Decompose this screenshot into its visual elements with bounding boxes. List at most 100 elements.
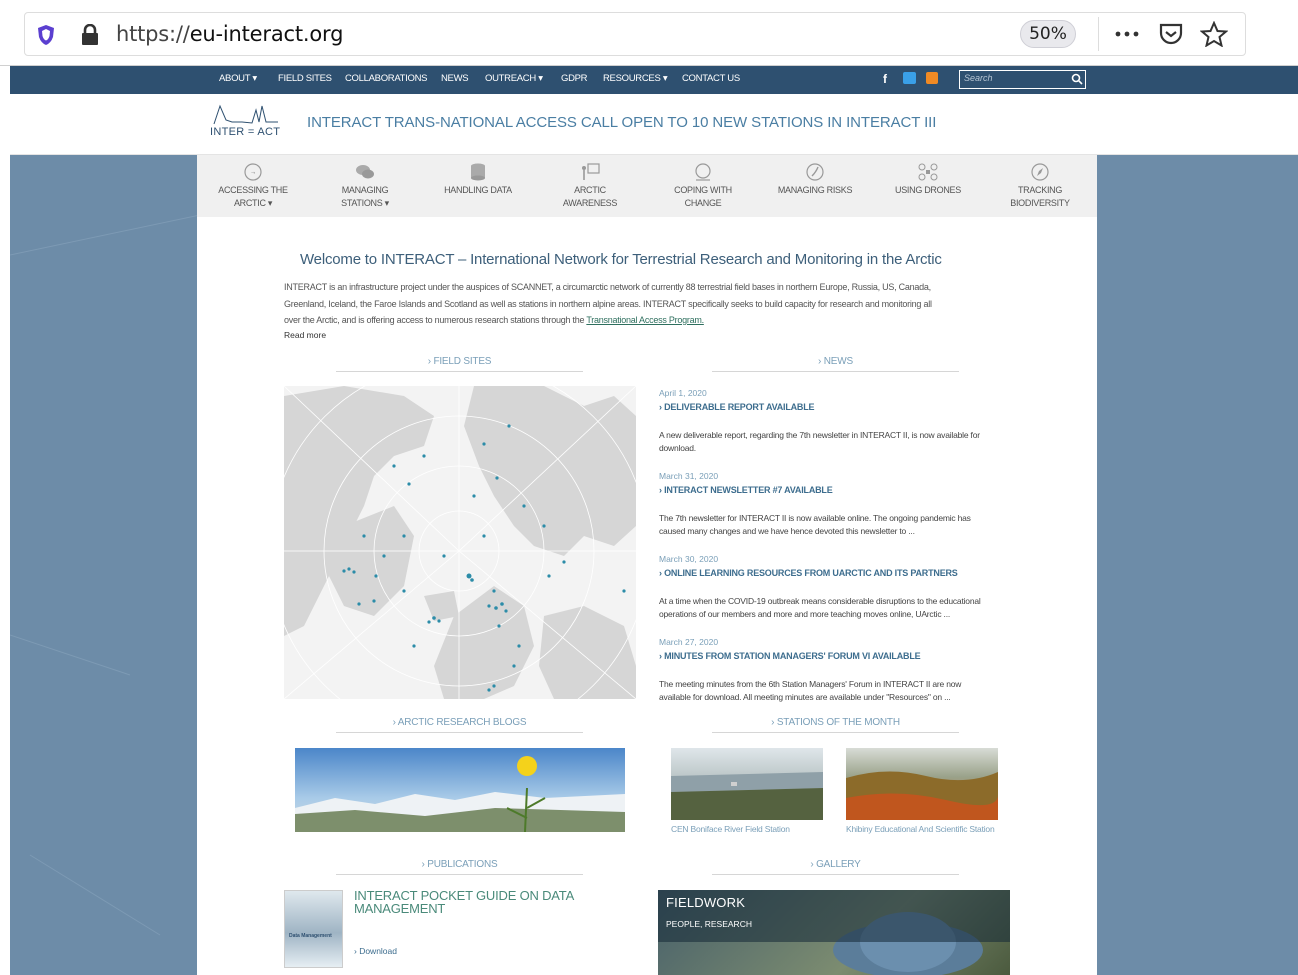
warning-circle-icon bbox=[806, 163, 824, 181]
page-background-left bbox=[9, 155, 201, 975]
news-excerpt-line: download. bbox=[659, 443, 696, 453]
station-caption[interactable]: Khibiny Educational And Scientific Stati… bbox=[846, 824, 995, 834]
topic-label-line1: MANAGING bbox=[341, 185, 389, 195]
topic-managing-stations[interactable]: MANAGING STATIONS ▾ bbox=[320, 162, 410, 210]
tracking-shield-icon[interactable] bbox=[36, 24, 56, 46]
announcement-headline[interactable]: INTERACT TRANS-NATIONAL ACCESS CALL OPEN… bbox=[307, 114, 936, 131]
news-title[interactable]: › DELIVERABLE REPORT AVAILABLE bbox=[659, 402, 815, 412]
news-excerpt: The 7th newsletter for INTERACT II is no… bbox=[659, 512, 1004, 538]
section-field-sites[interactable]: › FIELD SITES bbox=[336, 356, 583, 372]
news-excerpt: At a time when the COVID-19 outbreak mea… bbox=[659, 595, 1004, 621]
url-scheme: https:// bbox=[116, 22, 190, 46]
topic-arctic-awareness[interactable]: ARCTIC AWARENESS bbox=[545, 162, 635, 210]
topic-label-line2: CHANGE bbox=[684, 198, 722, 208]
topic-tracking-biodiversity[interactable]: TRACKING BIODIVERSITY bbox=[995, 162, 1085, 210]
topic-label-line2: AWARENESS bbox=[562, 198, 618, 208]
topic-label-line1: USING DRONES bbox=[895, 185, 961, 195]
news-title[interactable]: › MINUTES FROM STATION MANAGERS' FORUM V… bbox=[659, 651, 921, 661]
news-excerpt-line: operations of our members and more and m… bbox=[659, 609, 951, 619]
field-sites-map[interactable] bbox=[284, 386, 636, 699]
news-title[interactable]: › INTERACT NEWSLETTER #7 AVAILABLE bbox=[659, 485, 833, 495]
news-excerpt-line: A new deliverable report, regarding the … bbox=[659, 430, 980, 440]
topic-label-line1: ARCTIC bbox=[574, 185, 606, 195]
section-arctic-research-blogs[interactable]: › ARCTIC RESEARCH BLOGS bbox=[336, 717, 583, 733]
welcome-line: INTERACT is an infrastructure project un… bbox=[284, 282, 931, 292]
welcome-line: Greenland, Iceland, the Faroe Islands an… bbox=[284, 298, 932, 309]
nav-outreach[interactable]: OUTREACH ▾ bbox=[485, 73, 543, 84]
publication-download-link[interactable]: › Download bbox=[354, 946, 397, 956]
database-icon bbox=[471, 163, 485, 181]
station-image[interactable] bbox=[846, 748, 998, 820]
rss-icon[interactable] bbox=[926, 72, 938, 84]
news-excerpt-line: The meeting minutes from the 6th Station… bbox=[659, 679, 962, 689]
topic-label-line2: BIODIVERSITY bbox=[1010, 198, 1070, 208]
topic-handling-data[interactable]: HANDLING DATA bbox=[433, 162, 523, 197]
pocket-icon[interactable] bbox=[1158, 22, 1184, 46]
nav-field-sites[interactable]: FIELD SITES bbox=[278, 73, 332, 84]
more-actions-icon[interactable] bbox=[1115, 30, 1141, 38]
news-date: March 27, 2020 bbox=[659, 637, 719, 647]
blog-image[interactable] bbox=[295, 748, 625, 832]
topic-label-line1: ACCESSING THE bbox=[218, 185, 288, 195]
nav-gdpr[interactable]: GDPR bbox=[561, 73, 588, 84]
topic-label-line1: COPING WITH bbox=[674, 185, 732, 195]
url-host: eu-interact.org bbox=[189, 22, 344, 46]
lock-icon[interactable] bbox=[80, 24, 100, 46]
nav-about[interactable]: ABOUT ▾ bbox=[219, 73, 257, 84]
url-text[interactable]: https://eu-interact.org bbox=[116, 22, 343, 46]
flower-landscape-graphic bbox=[295, 756, 625, 832]
nav-collaborations[interactable]: COLLABORATIONS bbox=[345, 73, 428, 84]
toolbar-divider bbox=[1098, 17, 1099, 51]
publication-cover-title: Data Management bbox=[289, 933, 332, 939]
topic-managing-risks[interactable]: MANAGING RISKS bbox=[770, 162, 860, 197]
station-image[interactable] bbox=[671, 748, 823, 820]
publication-title-line: MANAGEMENT bbox=[354, 901, 446, 916]
section-gallery[interactable]: › GALLERY bbox=[712, 859, 959, 875]
news-excerpt-line: At a time when the COVID-19 outbreak mea… bbox=[659, 596, 981, 606]
autumn-hills-graphic bbox=[846, 771, 998, 820]
news-excerpt-line: available for download. All meeting minu… bbox=[659, 692, 951, 702]
gallery-tags: PEOPLE, RESEARCH bbox=[666, 919, 752, 929]
gallery-image[interactable]: FIELDWORK PEOPLE, RESEARCH bbox=[658, 890, 1010, 975]
topic-label-line2: ARCTIC ▾ bbox=[233, 198, 273, 208]
welcome-line-text: over the Arctic, and is offering access … bbox=[284, 315, 587, 325]
twitter-icon[interactable] bbox=[903, 72, 916, 84]
welcome-paragraph: INTERACT is an infrastructure project un… bbox=[284, 279, 1029, 329]
topic-label-line2: STATIONS ▾ bbox=[341, 198, 389, 208]
drone-icon bbox=[918, 163, 938, 181]
publication-cover[interactable]: Data Management bbox=[284, 890, 343, 968]
nav-contact-us[interactable]: CONTACT US bbox=[682, 73, 740, 84]
section-publications[interactable]: › PUBLICATIONS bbox=[336, 859, 583, 875]
publication-title[interactable]: INTERACT POCKET GUIDE ON DATA MANAGEMENT bbox=[354, 889, 574, 915]
arrow-circle-icon: → bbox=[244, 163, 262, 181]
gallery-title: FIELDWORK bbox=[666, 895, 746, 910]
station-caption[interactable]: CEN Boniface River Field Station bbox=[671, 824, 790, 834]
search-input[interactable]: Search bbox=[964, 73, 993, 83]
interact-logo-icon[interactable] bbox=[212, 102, 280, 126]
globe-icon bbox=[695, 163, 711, 181]
welcome-title: Welcome to INTERACT – International Netw… bbox=[300, 251, 942, 268]
bookmark-star-icon[interactable] bbox=[1200, 21, 1228, 47]
news-date: March 31, 2020 bbox=[659, 471, 719, 481]
chat-bubbles-icon bbox=[356, 165, 374, 179]
read-more-link[interactable]: Read more bbox=[284, 330, 326, 340]
topic-coping-with-change[interactable]: COPING WITH CHANGE bbox=[658, 162, 748, 210]
topic-label-line1: MANAGING RISKS bbox=[777, 185, 853, 195]
welcome-line: over the Arctic, and is offering access … bbox=[284, 312, 1029, 329]
zoom-level-button[interactable]: 50% bbox=[1020, 20, 1076, 48]
logo-text[interactable]: INTER = ACT bbox=[210, 126, 280, 138]
search-icon[interactable] bbox=[1071, 73, 1083, 85]
topic-using-drones[interactable]: USING DRONES bbox=[883, 162, 973, 197]
facebook-icon[interactable]: f bbox=[883, 72, 887, 86]
section-stations-of-the-month[interactable]: › STATIONS OF THE MONTH bbox=[712, 717, 959, 733]
nav-news[interactable]: NEWS bbox=[441, 73, 469, 84]
transnational-access-link[interactable]: Transnational Access Program. bbox=[586, 315, 704, 325]
nav-resources[interactable]: RESOURCES ▾ bbox=[603, 73, 668, 84]
river-landscape-graphic bbox=[671, 772, 823, 820]
news-excerpt: A new deliverable report, regarding the … bbox=[659, 429, 1004, 455]
news-title[interactable]: › ONLINE LEARNING RESOURCES FROM UARCTIC… bbox=[659, 568, 958, 578]
presentation-icon bbox=[582, 163, 600, 180]
section-news[interactable]: › NEWS bbox=[712, 356, 959, 372]
news-date: April 1, 2020 bbox=[659, 388, 707, 398]
topic-accessing-the-arctic[interactable]: → ACCESSING THE ARCTIC ▾ bbox=[208, 162, 298, 210]
